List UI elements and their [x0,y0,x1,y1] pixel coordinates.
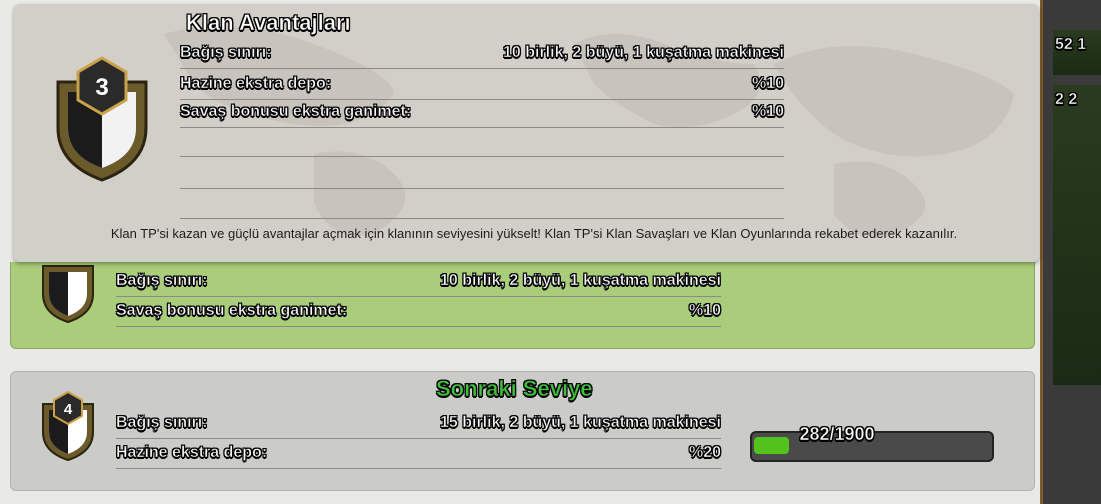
clan-level-shield-icon: 3 [56,56,148,182]
side-cell-2: 2 2 [1053,85,1101,385]
perk-row-empty-line [180,156,784,157]
current-row-donation: Bağış sınırı: 10 birlik, 2 büyü, 1 kuşat… [116,268,721,297]
current-row-value: %10 [688,302,722,320]
perk-row-treasury: Hazine ekstra depo: %10 [180,71,784,100]
next-row-donation: Bağış sınırı: 15 birlik, 2 büyü, 1 kuşat… [116,410,721,439]
clan-level-badge-icon [42,265,94,324]
perk-row-empty-line [180,188,784,189]
side-value-2: 2 2 [1055,91,1078,109]
perk-row-war-bonus: Savaş bonusu ekstra ganimet: %10 [180,99,784,128]
next-level-title: Sonraki Seviye [436,376,593,402]
current-level-panel: Bağış sınırı: 10 birlik, 2 büyü, 1 kuşat… [10,262,1035,349]
clan-xp-progress-bar: 282/1900 [750,424,994,462]
clan-level-number: 3 [95,74,108,101]
perk-row-value: 10 birlik, 2 büyü, 1 kuşatma makinesi [502,44,785,62]
perk-row-value: %10 [751,103,785,121]
clan-perks-footer-text: Klan TP'si kazan ve güçlü avantajlar açm… [110,226,958,241]
next-row-label: Bağış sınırı: [116,414,208,432]
perk-row-label: Bağış sınırı: [180,44,272,62]
next-level-badge-icon: 4 [42,390,94,462]
perk-row-donation: Bağış sınırı: 10 birlik, 2 büyü, 1 kuşat… [180,40,784,69]
next-row-value: %20 [688,444,722,462]
current-row-war-bonus: Savaş bonusu ekstra ganimet: %10 [116,298,721,327]
progress-text: 282/1900 [799,424,875,445]
clan-perks-panel: Klan Avantajları 3 Bağış sınırı: 10 birl… [14,4,1039,262]
side-strip: 52 1 2 2 [1040,0,1101,504]
current-row-label: Bağış sınırı: [116,272,208,290]
perk-row-value: %10 [751,75,785,93]
perk-row-empty-line [180,218,784,219]
perk-row-label: Savaş bonusu ekstra ganimet: [180,103,412,121]
clan-perks-title: Klan Avantajları [186,10,351,36]
perk-row-label: Hazine ekstra depo: [180,75,332,93]
side-value-1: 52 1 [1055,36,1087,54]
side-cell-1: 52 1 [1053,30,1101,75]
next-level-number: 4 [64,401,73,418]
next-row-value: 15 birlik, 2 büyü, 1 kuşatma makinesi [439,414,722,432]
current-row-label: Savaş bonusu ekstra ganimet: [116,302,348,320]
current-row-value: 10 birlik, 2 büyü, 1 kuşatma makinesi [439,272,722,290]
next-row-label: Hazine ekstra depo: [116,444,268,462]
next-row-treasury: Hazine ekstra depo: %20 [116,440,721,469]
